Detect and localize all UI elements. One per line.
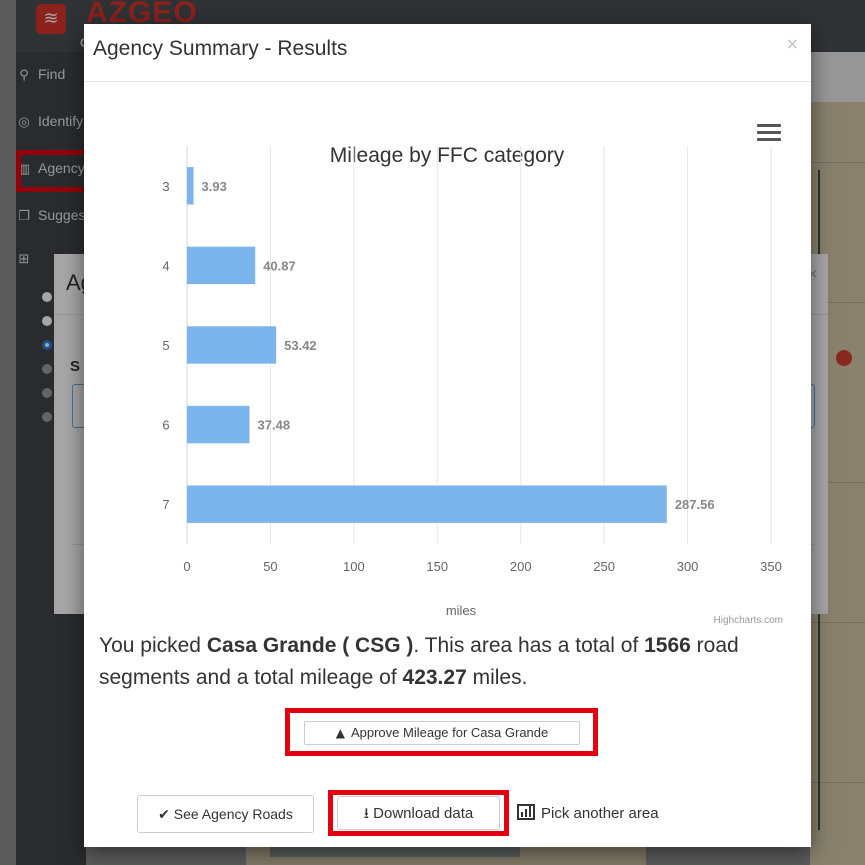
data-label: 287.56: [675, 497, 715, 512]
x-tick-label: 50: [263, 559, 277, 574]
close-button[interactable]: ×: [786, 34, 799, 53]
mileage-chart: Mileage by FFC category 0 50 100 150 200 250 30…: [84, 104, 811, 634]
modal-header: Agency Summary - Results ×: [84, 24, 811, 82]
download-data-button[interactable]: ⭳ Download data: [337, 796, 500, 830]
y-tick-label: 7: [162, 497, 169, 512]
y-tick-label: 3: [162, 179, 169, 194]
download-highlight-box: ⭳ Download data: [328, 790, 509, 836]
chart-title: Mileage by FFC category: [330, 144, 565, 167]
see-agency-roads-button[interactable]: ✔ See Agency Roads: [137, 795, 314, 833]
x-tick-label: 100: [343, 559, 365, 574]
x-tick-label: 200: [510, 559, 532, 574]
bar: [187, 485, 667, 523]
bar-chart-icon: [517, 804, 535, 820]
download-icon: ⭳: [363, 804, 369, 822]
modal-title: Agency Summary - Results: [93, 37, 348, 60]
approve-highlight-box: ▲ Approve Mileage for Casa Grande: [285, 708, 598, 756]
summary-text: You picked Casa Grande ( CSG ). This are…: [99, 634, 739, 689]
y-tick-label: 5: [162, 338, 169, 353]
x-tick-label: 250: [593, 559, 615, 574]
approve-mileage-button[interactable]: ▲ Approve Mileage for Casa Grande: [304, 721, 580, 745]
data-label: 37.48: [258, 418, 291, 433]
data-label: 40.87: [263, 258, 296, 273]
x-tick-label: 300: [677, 559, 699, 574]
y-tick-label: 4: [162, 258, 169, 273]
bar: [187, 405, 250, 444]
agency-summary-modal: Agency Summary - Results × Mileage by FF…: [84, 24, 811, 847]
x-tick-label: 150: [426, 559, 448, 574]
data-label: 53.42: [284, 338, 317, 353]
x-tick-label: 0: [183, 559, 190, 574]
download-label: Download data: [373, 805, 474, 822]
approve-label: Approve Mileage for Casa Grande: [350, 725, 549, 740]
see-roads-label: See Agency Roads: [173, 806, 293, 822]
chart-svg: Mileage by FFC category 0 50 100 150 200 250 30…: [162, 144, 783, 626]
pick-another-area-button[interactable]: Pick another area: [517, 800, 659, 828]
chart-credits: Highcharts.com: [714, 615, 783, 626]
bar: [187, 246, 256, 285]
data-label: 3.93: [202, 179, 227, 194]
bar: [187, 167, 194, 205]
road-icon: ▲: [335, 726, 345, 740]
area-name: Casa Grande ( CSG ): [206, 634, 414, 657]
pick-area-label: Pick another area: [541, 805, 659, 822]
bar: [187, 326, 277, 364]
check-icon: ✔: [158, 807, 170, 823]
chart-menu-icon[interactable]: [757, 124, 781, 146]
total-mileage: 423.27: [402, 666, 467, 689]
segment-count: 1566: [644, 634, 691, 657]
y-tick-label: 6: [162, 418, 169, 433]
x-tick-label: 350: [760, 559, 782, 574]
x-axis-label: miles: [446, 603, 477, 618]
